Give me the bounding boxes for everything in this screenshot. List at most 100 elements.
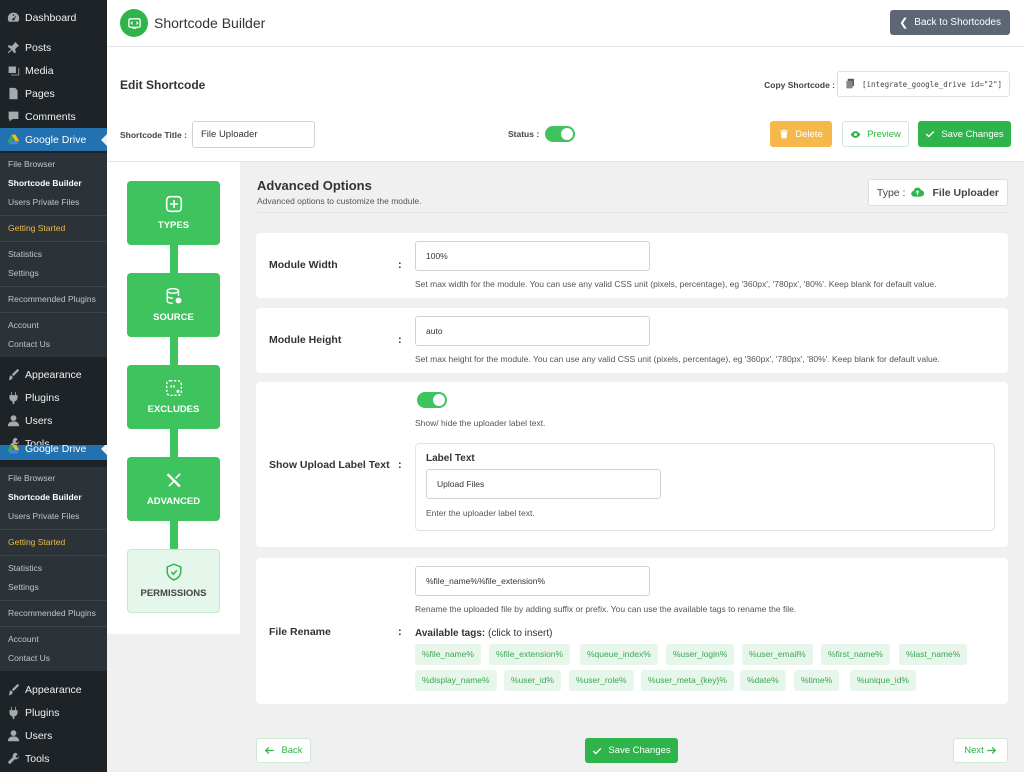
shortcode-title-input[interactable]: [192, 121, 315, 148]
google-drive-icon: [6, 133, 20, 147]
wp-submenu-divider: [0, 241, 107, 242]
grid-plus-icon: [165, 195, 183, 213]
status-toggle[interactable]: [545, 126, 575, 142]
module-height-help: Set max height for the module. You can u…: [415, 354, 940, 364]
wp-submenu-account[interactable]: Account: [0, 316, 107, 335]
wp-submenu-users-private-files[interactable]: Users Private Files: [0, 193, 107, 212]
wp-submenu-divider: [0, 626, 107, 627]
step-types[interactable]: TYPES: [127, 181, 220, 245]
step-permissions[interactable]: PERMISSIONS: [127, 549, 220, 613]
module-width-input[interactable]: [415, 241, 650, 271]
trash-icon: [779, 129, 789, 139]
wp-submenu-divider: [0, 286, 107, 287]
module-type-badge: Type : File Uploader: [867, 179, 1008, 206]
tag-chip[interactable]: %user_role%: [569, 670, 634, 691]
wp-submenu-users-private-files[interactable]: Users Private Files: [0, 507, 107, 526]
arrow-left-icon: [264, 745, 275, 756]
chevron-left-icon: ❮: [899, 17, 909, 29]
save-changes-button[interactable]: Save Changes: [918, 121, 1011, 147]
file-rename-help: Rename the uploaded file by adding suffi…: [415, 604, 797, 614]
tag-chip[interactable]: %display_name%: [415, 670, 497, 691]
file-rename-input[interactable]: [415, 566, 650, 596]
tag-chip[interactable]: %user_id%: [504, 670, 561, 691]
back-button[interactable]: Back: [256, 738, 311, 763]
section-subtitle: Advanced options to customize the module…: [257, 196, 422, 206]
preview-button[interactable]: Preview: [842, 121, 909, 147]
wp-submenu-settings[interactable]: Settings: [0, 264, 107, 283]
tag-chip[interactable]: %user_email%: [742, 644, 813, 665]
page-icon: [6, 87, 20, 101]
tag-chip[interactable]: %queue_index%: [580, 644, 658, 665]
wp-submenu-getting-started[interactable]: Getting Started: [0, 533, 107, 552]
cloud-upload-icon: [911, 186, 925, 199]
wp-submenu-file-browser[interactable]: File Browser: [0, 155, 107, 174]
wp-submenu-statistics[interactable]: Statistics: [0, 245, 107, 264]
page-title: Edit Shortcode: [120, 78, 206, 92]
wp-menu-users[interactable]: Users: [0, 409, 107, 432]
label-text-box: Label Text Enter the uploader label text…: [415, 443, 995, 531]
wp-submenu-recommended-plugins[interactable]: Recommended Plugins: [0, 604, 107, 623]
wp-submenu-settings[interactable]: Settings: [0, 578, 107, 597]
wp-menu-comments[interactable]: Comments: [0, 105, 107, 128]
wp-submenu-file-browser[interactable]: File Browser: [0, 469, 107, 488]
label-text-input[interactable]: [426, 469, 661, 499]
tag-chip[interactable]: %user_meta_{key}%: [641, 670, 734, 691]
app-header: Shortcode Builder ❮ Back to Shortcodes: [107, 0, 1024, 47]
wp-menu-appearance[interactable]: Appearance: [0, 363, 107, 386]
copy-shortcode-box[interactable]: [integrate_google_drive id="2"]: [837, 71, 1010, 97]
tag-chip[interactable]: %first_name%: [821, 644, 890, 665]
tag-chip[interactable]: %unique_id%: [850, 670, 916, 691]
tag-chip[interactable]: %file_name%: [415, 644, 481, 665]
wp-submenu-divider: [0, 312, 107, 313]
module-height-input[interactable]: [415, 316, 650, 346]
wp-menu-plugins[interactable]: Plugins: [0, 701, 107, 724]
copy-icon[interactable]: [845, 78, 856, 91]
wp-submenu-recommended-plugins[interactable]: Recommended Plugins: [0, 290, 107, 309]
colon: :: [398, 334, 402, 346]
step-source[interactable]: SOURCE: [127, 273, 220, 337]
wp-menu-plugins[interactable]: Plugins: [0, 386, 107, 409]
app-logo: [120, 9, 148, 37]
tag-chip[interactable]: %user_login%: [666, 644, 735, 665]
wp-menu-posts[interactable]: Posts: [0, 36, 107, 59]
user-icon: [6, 729, 20, 743]
eye-icon: [850, 129, 861, 140]
tag-chip[interactable]: %date%: [740, 670, 786, 691]
colon: :: [398, 626, 402, 638]
wp-submenu-getting-started[interactable]: Getting Started: [0, 219, 107, 238]
tag-chip[interactable]: %last_name%: [899, 644, 968, 665]
module-width-label: Module Width: [269, 259, 338, 271]
wp-menu-google-drive[interactable]: Google Drive: [0, 445, 107, 460]
save-changes-button-bottom[interactable]: Save Changes: [585, 738, 678, 763]
wp-submenu-divider: [0, 555, 107, 556]
back-to-shortcodes-button[interactable]: ❮ Back to Shortcodes: [890, 10, 1010, 35]
shield-check-icon: [165, 563, 183, 581]
wp-menu-appearance[interactable]: Appearance: [0, 678, 107, 701]
wp-menu-users[interactable]: Users: [0, 724, 107, 747]
delete-button[interactable]: Delete: [770, 121, 832, 147]
wp-menu-media[interactable]: Media: [0, 59, 107, 82]
wp-submenu-shortcode-builder[interactable]: Shortcode Builder: [0, 488, 107, 507]
wp-menu-pages[interactable]: Pages: [0, 82, 107, 105]
arrow-right-icon: [986, 745, 997, 756]
step-excludes[interactable]: EXCLUDES: [127, 365, 220, 429]
wp-submenu-statistics[interactable]: Statistics: [0, 559, 107, 578]
wp-submenu-shortcode-builder[interactable]: Shortcode Builder: [0, 174, 107, 193]
wrench-icon: [6, 752, 20, 766]
wp-submenu-account[interactable]: Account: [0, 630, 107, 649]
next-button[interactable]: Next: [953, 738, 1008, 763]
step-advanced[interactable]: ADVANCED: [127, 457, 220, 521]
pin-icon: [6, 41, 20, 55]
wp-submenu-contact-us[interactable]: Contact Us: [0, 335, 107, 354]
step-connector: [170, 428, 178, 458]
wp-menu-google-drive[interactable]: Google Drive: [0, 128, 107, 151]
step-connector: [170, 520, 178, 550]
wp-submenu-divider: [0, 600, 107, 601]
label-text-title: Label Text: [426, 453, 475, 464]
tag-chip[interactable]: %file_extension%: [489, 644, 571, 665]
tag-chip[interactable]: %time%: [794, 670, 840, 691]
upload-label-toggle[interactable]: [417, 392, 447, 408]
wp-submenu-contact-us[interactable]: Contact Us: [0, 649, 107, 668]
wp-menu-dashboard[interactable]: Dashboard: [0, 6, 107, 29]
wp-menu-tools[interactable]: Tools: [0, 747, 107, 770]
